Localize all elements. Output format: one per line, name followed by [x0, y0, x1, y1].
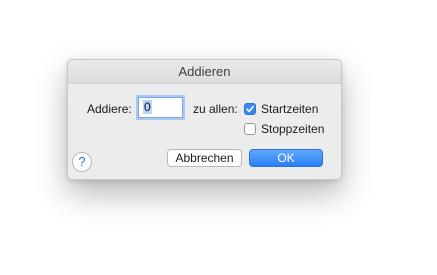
stop-times-label: Stoppzeiten: [261, 122, 325, 136]
start-times-label: Startzeiten: [261, 102, 319, 116]
dialog-title: Addieren: [178, 64, 231, 79]
help-button[interactable]: ?: [72, 152, 92, 172]
checkmark-icon: [246, 105, 254, 113]
start-times-checkbox[interactable]: [244, 103, 256, 115]
add-value-input[interactable]: 0: [138, 97, 183, 118]
ok-button[interactable]: OK: [249, 149, 323, 167]
stop-times-checkbox[interactable]: [244, 123, 256, 135]
help-icon: ?: [78, 154, 86, 169]
desktop-background: Addieren Addiere: 0 zu allen: Startzeite…: [0, 0, 437, 275]
add-dialog: Addieren Addiere: 0 zu allen: Startzeite…: [67, 59, 342, 180]
ok-button-label: OK: [277, 151, 295, 165]
cancel-button[interactable]: Abbrechen: [167, 149, 242, 167]
to-all-label: zu allen:: [193, 102, 238, 116]
stop-times-checkbox-row[interactable]: Stoppzeiten: [244, 122, 324, 136]
cancel-button-label: Abbrechen: [175, 151, 234, 165]
dialog-titlebar: Addieren: [68, 60, 341, 84]
add-label: Addiere:: [87, 102, 132, 116]
add-value-text: 0: [143, 100, 152, 114]
start-times-checkbox-row[interactable]: Startzeiten: [244, 102, 318, 116]
